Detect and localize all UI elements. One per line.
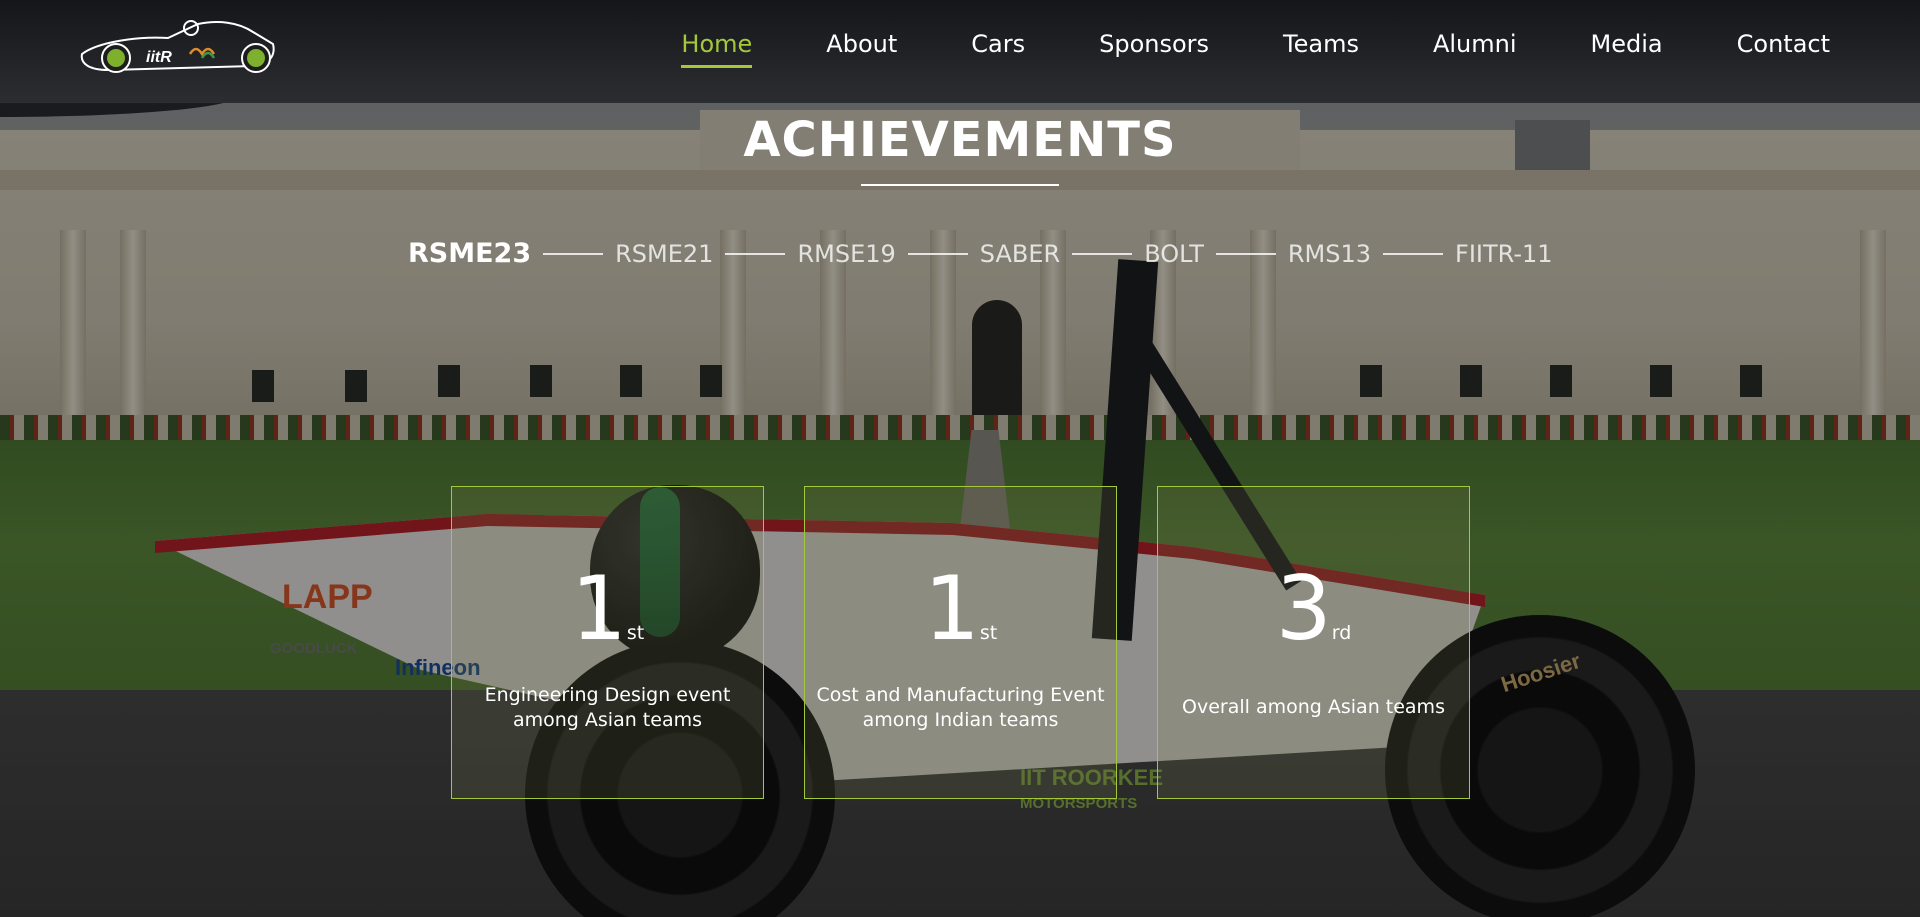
nav-cars[interactable]: Cars [971, 30, 1025, 68]
rank-suffix: st [626, 622, 645, 644]
rank-number: 1 [923, 557, 980, 660]
achievement-description: Overall among Asian teams [1182, 696, 1445, 718]
timeline-item-rsme21[interactable]: RSME21 [615, 240, 713, 268]
timeline-item-saber[interactable]: SABER [980, 240, 1060, 268]
achievement-card: 3rd Overall among Asian teams [1157, 486, 1470, 799]
timeline-divider [1072, 252, 1133, 255]
achievement-rank: 1st [452, 557, 763, 660]
nav-home[interactable]: Home [681, 30, 752, 68]
main-nav: Home About Cars Sponsors Teams Alumni Me… [607, 30, 1830, 68]
achievement-rank: 1st [805, 557, 1116, 660]
timeline-divider [1383, 252, 1444, 255]
timeline-divider [543, 252, 604, 255]
timeline-divider [725, 252, 786, 255]
car-timeline: RSME23 RSME21 RMSE19 SABER BOLT RMS13 FI… [408, 238, 1553, 269]
timeline-item-bolt[interactable]: BOLT [1144, 240, 1204, 268]
nav-alumni[interactable]: Alumni [1433, 30, 1517, 68]
site-header: iitR Home About Cars Sponsors Teams Alum… [0, 0, 1920, 103]
page-title: ACHIEVEMENTS [743, 112, 1177, 168]
timeline-item-rmse19[interactable]: RMSE19 [797, 240, 895, 268]
achievement-rank: 3rd [1158, 557, 1469, 660]
timeline-divider [1215, 252, 1276, 255]
achievement-cards: 1st Engineering Design event among Asian… [451, 486, 1470, 799]
nav-contact[interactable]: Contact [1737, 30, 1830, 68]
timeline-item-fiitr-11[interactable]: FIITR-11 [1455, 240, 1553, 268]
achievement-description: Engineering Design event among Asian tea… [484, 684, 731, 731]
nav-sponsors[interactable]: Sponsors [1099, 30, 1209, 68]
timeline-item-rsme23[interactable]: RSME23 [408, 238, 531, 269]
rank-number: 1 [570, 557, 627, 660]
title-underline [861, 184, 1059, 186]
rank-suffix: st [979, 622, 998, 644]
achievements-section: ACHIEVEMENTS RSME23 RSME21 RMSE19 SABER … [0, 0, 1920, 917]
rank-suffix: rd [1331, 622, 1352, 644]
nav-about[interactable]: About [826, 30, 897, 68]
svg-text:iitR: iitR [146, 49, 172, 66]
timeline-item-rms13[interactable]: RMS13 [1288, 240, 1371, 268]
rank-number: 3 [1275, 557, 1332, 660]
nav-media[interactable]: Media [1591, 30, 1663, 68]
nav-teams[interactable]: Teams [1283, 30, 1359, 68]
site-logo[interactable]: iitR [78, 14, 278, 78]
achievement-card: 1st Engineering Design event among Asian… [451, 486, 764, 799]
formula-car-logo-icon: iitR [80, 20, 275, 73]
achievement-card: 1st Cost and Manufacturing Event among I… [804, 486, 1117, 799]
timeline-divider [907, 252, 968, 255]
achievement-description: Cost and Manufacturing Event among India… [816, 684, 1105, 731]
